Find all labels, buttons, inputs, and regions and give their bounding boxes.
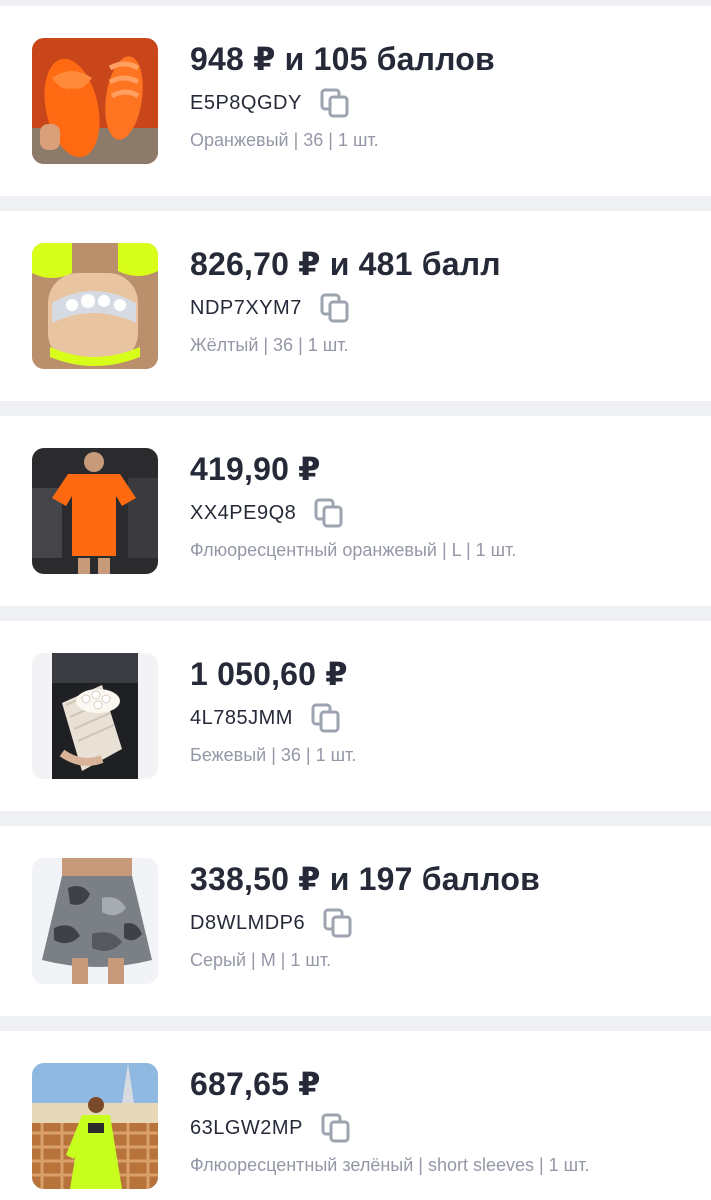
order-price: 687,65 ₽	[190, 1066, 321, 1102]
order-meta: Оранжевый | 36 | 1 шт.	[190, 130, 379, 150]
order-item[interactable]: 419,90 ₽ XX4PE9Q8 Флюоресцентный оранжев…	[0, 416, 711, 606]
order-code-row: D8WLMDP6	[190, 908, 353, 938]
product-image[interactable]	[32, 448, 158, 574]
copy-icon[interactable]	[323, 908, 353, 938]
order-code-row: XX4PE9Q8	[190, 498, 344, 528]
order-item[interactable]: 338,50 ₽ и 197 баллов D8WLMDP6 Серый | M…	[0, 826, 711, 1016]
product-image[interactable]	[32, 858, 158, 984]
order-code: NDP7XYM7	[190, 296, 302, 319]
order-code: XX4PE9Q8	[190, 501, 297, 524]
order-price: 826,70 ₽ и 481 балл	[190, 246, 501, 282]
order-code: D8WLMDP6	[190, 911, 306, 934]
order-code-row: NDP7XYM7	[190, 293, 350, 323]
orange-tshirt-dress-image	[32, 448, 158, 574]
neon-green-beach-cover-image	[32, 1063, 158, 1189]
order-code-row: 4L785JMM	[190, 703, 341, 733]
order-code: 63LGW2MP	[190, 1116, 303, 1139]
order-code: E5P8QGDY	[190, 91, 302, 114]
order-meta: Флюоресцентный оранжевый | L | 1 шт.	[190, 540, 517, 560]
product-image[interactable]	[32, 653, 158, 779]
order-code-row: 63LGW2MP	[190, 1113, 351, 1143]
order-price: 419,90 ₽	[190, 451, 321, 487]
beige-pearl-slides-image	[32, 653, 158, 779]
product-image[interactable]	[32, 38, 158, 164]
order-code-row: E5P8QGDY	[190, 88, 350, 118]
copy-icon[interactable]	[321, 1113, 351, 1143]
product-image[interactable]	[32, 1063, 158, 1189]
copy-icon[interactable]	[320, 293, 350, 323]
order-price: 948 ₽ и 105 баллов	[190, 41, 495, 77]
copy-icon[interactable]	[320, 88, 350, 118]
order-item[interactable]: 1 050,60 ₽ 4L785JMM Бежевый | 36 | 1 шт.	[0, 621, 711, 811]
order-meta: Бежевый | 36 | 1 шт.	[190, 745, 357, 765]
order-code: 4L785JMM	[190, 706, 293, 729]
order-item[interactable]: 687,65 ₽ 63LGW2MP Флюоресцентный зелёный…	[0, 1031, 711, 1200]
yellow-jeweled-sandals-image	[32, 243, 158, 369]
order-item[interactable]: 948 ₽ и 105 баллов E5P8QGDY Оранжевый | …	[0, 6, 711, 196]
order-item[interactable]: 826,70 ₽ и 481 балл NDP7XYM7 Жёлтый | 36…	[0, 211, 711, 401]
order-meta: Жёлтый | 36 | 1 шт.	[190, 335, 349, 355]
copy-icon[interactable]	[311, 703, 341, 733]
product-image[interactable]	[32, 243, 158, 369]
order-meta: Флюоресцентный зелёный | short sleeves |…	[190, 1155, 590, 1175]
orange-sandals-image	[32, 38, 158, 164]
copy-icon[interactable]	[314, 498, 344, 528]
order-items-list: 948 ₽ и 105 баллов E5P8QGDY Оранжевый | …	[0, 0, 711, 1200]
grey-camo-skirt-image	[32, 858, 158, 984]
order-price: 1 050,60 ₽	[190, 656, 348, 692]
order-meta: Серый | M | 1 шт.	[190, 950, 332, 970]
order-price: 338,50 ₽ и 197 баллов	[190, 861, 540, 897]
